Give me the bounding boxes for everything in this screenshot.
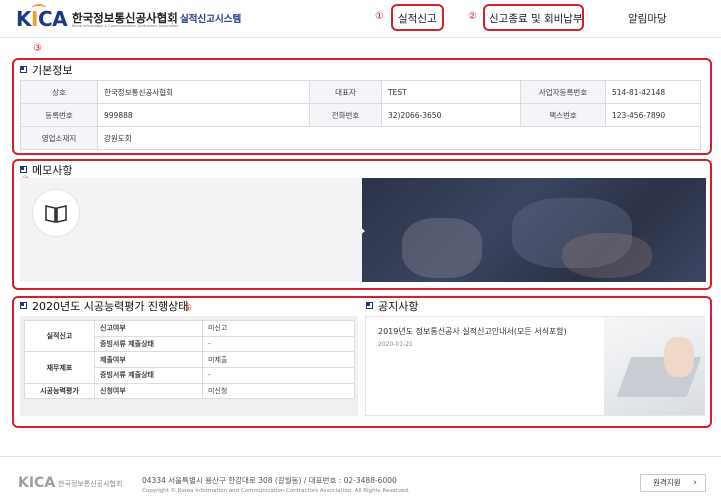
basic-info-title: 기본정보 xyxy=(20,62,72,78)
status-item: 증빙서류 제출상태 xyxy=(94,367,203,384)
annotation-marker-2: ② xyxy=(468,11,477,22)
status-value: 미신청 xyxy=(202,382,355,400)
annotation-marker-1: ① xyxy=(375,11,384,22)
memo-background-image xyxy=(362,178,706,282)
label-business-number: 사업자등록번호 xyxy=(520,80,606,104)
label-company: 상호 xyxy=(20,80,98,104)
value-phone: 32)2066-3650 xyxy=(381,103,521,127)
value-ceo: TEST xyxy=(381,80,521,104)
status-category: 실적신고 xyxy=(24,319,95,353)
nav-item-performance-report[interactable]: 실적신고 xyxy=(398,11,437,26)
notice-title: 공지사항 xyxy=(366,298,418,314)
label-business-location: 영업소재지 xyxy=(20,126,98,150)
status-value: 미신고 xyxy=(202,320,355,337)
remote-support-label: 원격지원 xyxy=(653,478,681,487)
remote-support-button[interactable]: 원격지원 › xyxy=(640,474,706,492)
notice-image xyxy=(604,317,705,415)
value-fax: 123-456-7890 xyxy=(605,103,701,127)
status-category: 시공능력평가 xyxy=(24,382,95,400)
kica-logo[interactable]: KICA xyxy=(16,4,74,32)
annotation-marker-5: ⑤ xyxy=(183,303,192,314)
table-row: 시공능력평가 신청여부 미신청 xyxy=(24,382,355,400)
nav-item-report-closing-fee[interactable]: 신고종료 및 회비납부 xyxy=(489,11,583,26)
value-business-number: 514-81-42148 xyxy=(605,80,701,104)
value-company: 한국정보통신공사협회 xyxy=(97,80,310,104)
table-row: 영업소재지 강원도회 xyxy=(20,126,701,150)
header-divider xyxy=(172,12,173,24)
value-registration-number: 999888 xyxy=(97,103,310,127)
memo-notch xyxy=(358,225,365,237)
footer-address: 04334 서울특별시 용산구 한강대로 308 (갈월동) / 대표번호 : … xyxy=(142,476,397,485)
value-business-location: 강원도회 xyxy=(97,126,701,150)
footer-copyright: Copyright © Korea Information and Commun… xyxy=(142,488,410,494)
status-value: - xyxy=(202,335,355,353)
status-item: 신청여부 xyxy=(94,382,203,400)
memo-content xyxy=(20,178,362,282)
logo-text: KICA xyxy=(16,7,68,31)
label-ceo: 대표자 xyxy=(309,80,382,104)
section-square-icon xyxy=(20,166,27,173)
status-item: 증빙서류 제출상태 xyxy=(94,335,203,353)
nav-item-notices[interactable]: 알림마당 xyxy=(628,11,667,26)
footer-logo: KICA xyxy=(18,475,56,491)
notice-item-date: 2020-01-21 xyxy=(378,341,413,348)
memo-panel xyxy=(20,178,706,282)
table-row: 상호 한국정보통신공사협회 대표자 TEST 사업자등록번호 514-81-42… xyxy=(20,80,701,104)
book-icon xyxy=(45,205,67,223)
label-fax: 팩스번호 xyxy=(520,103,606,127)
status-item: 신고여부 xyxy=(94,320,203,337)
label-phone: 전화번호 xyxy=(309,103,382,127)
basic-info-table: 상호 한국정보통신공사협회 대표자 TEST 사업자등록번호 514-81-42… xyxy=(20,80,701,150)
status-category: 재무제표 xyxy=(24,351,95,384)
status-item: 제출여부 xyxy=(94,351,203,369)
section-square-icon xyxy=(366,302,373,309)
chevron-right-icon: › xyxy=(693,478,697,488)
section-square-icon xyxy=(20,66,27,73)
section-square-icon xyxy=(20,302,27,309)
status-value: 미제출 xyxy=(202,351,355,369)
status-value: - xyxy=(202,367,355,384)
notice-item-title[interactable]: 2019년도 정보통신공사 실적신고안내서(모든 서식포함) xyxy=(378,326,567,337)
table-row: 실적신고 신고여부 미신고 xyxy=(24,319,355,353)
system-name[interactable]: 실적신고시스템 xyxy=(180,11,241,25)
status-title: 2020년도 시공능력평가 진행상태 xyxy=(20,298,188,314)
label-registration-number: 등록번호 xyxy=(20,103,98,127)
header: KICA 한국정보통신공사협회 Korea Information & Comm… xyxy=(0,0,721,38)
status-panel: 실적신고 신고여부 미신고 증빙서류 제출상태 - 재무제표 제출여부 미제출 … xyxy=(20,316,358,416)
status-table: 실적신고 신고여부 미신고 증빙서류 제출상태 - 재무제표 제출여부 미제출 … xyxy=(24,319,355,400)
table-row: 등록번호 999888 전화번호 32)2066-3650 팩스번호 123-4… xyxy=(20,103,701,127)
table-row: 재무제표 제출여부 미제출 xyxy=(24,351,355,384)
memo-badge xyxy=(33,190,79,236)
footer: KICA 한국정보통신공사협회 04334 서울특별시 용산구 한강대로 308… xyxy=(0,456,721,501)
footer-org-name: 한국정보통신공사협회 xyxy=(58,480,123,488)
org-name-en: Korea Information & Communication Contra… xyxy=(72,24,179,28)
annotation-marker-3: ③ xyxy=(33,43,42,54)
notice-panel: 2019년도 정보통신공사 실적신고안내서(모든 서식포함) 2020-01-2… xyxy=(365,316,705,416)
